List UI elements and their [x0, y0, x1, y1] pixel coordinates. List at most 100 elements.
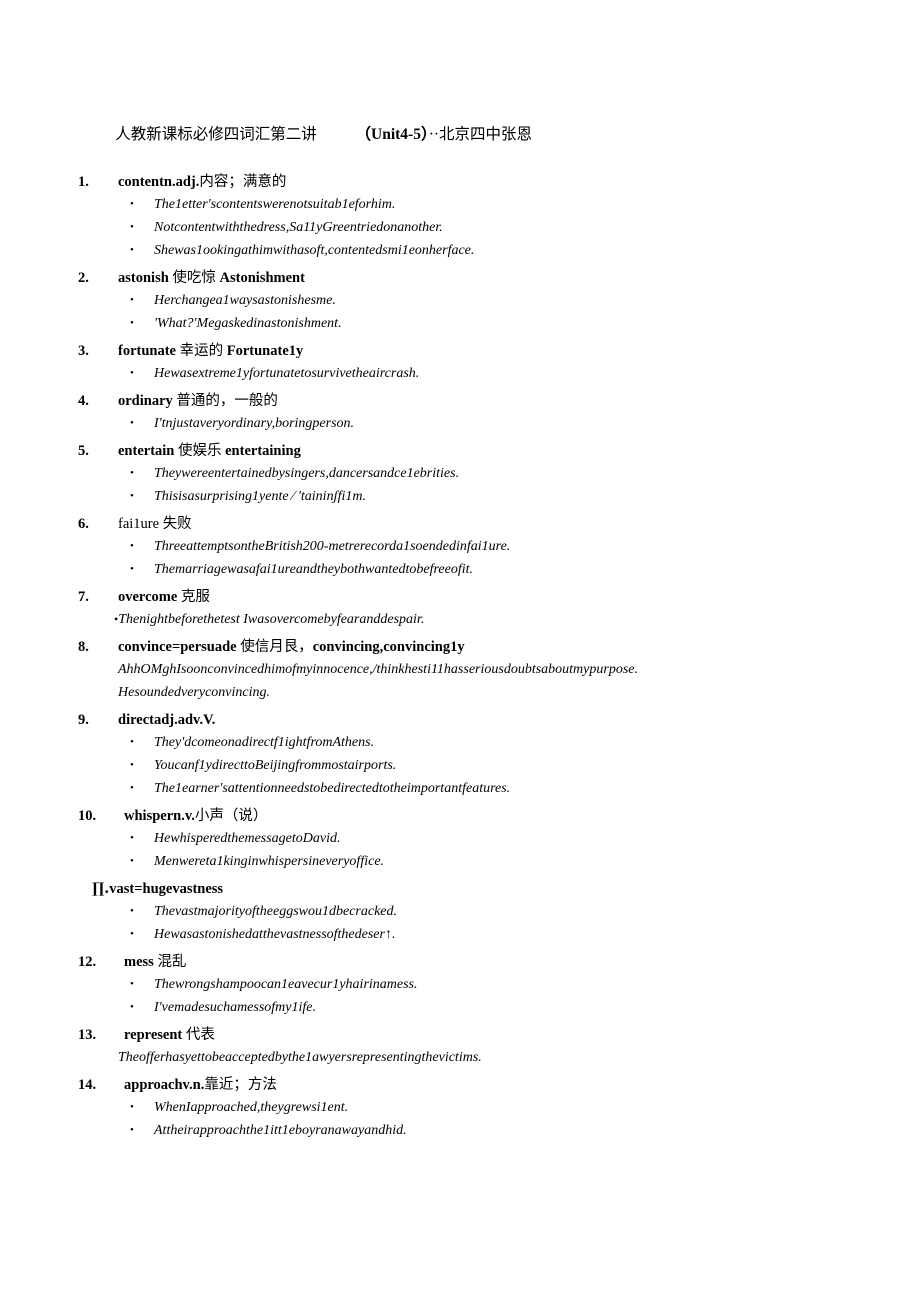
document-body: 人教新课标必修四词汇第二讲 （Unit4-5）··北京四中张恩 1. conten… [78, 105, 832, 1142]
header-spacer [317, 126, 356, 143]
header-author: ··北京四中张恩 [428, 126, 533, 143]
example-sentence: • Hewasextreme1yfortunatetosurvivetheairc… [92, 362, 832, 385]
entry-headword-line: 8. convince=persuade 使信月艮，convincing,conv… [78, 636, 832, 658]
entry-word: entertain [118, 443, 178, 459]
entry-number: ∏. [92, 880, 110, 897]
entry-headword-line: 13. represent 代表 [78, 1024, 832, 1046]
document-page: 人教新课标必修四词汇第二讲 （Unit4-5）··北京四中张恩 1. conten… [0, 0, 920, 1301]
header-unit-label: （Unit4-5） [355, 126, 429, 143]
example-sentence: • Menwereta1kinginwhispersineveryoffice. [92, 850, 832, 873]
vocabulary-entry: 7. overcome 克服 •Thenightbeforethetest Iwas… [78, 586, 832, 631]
example-sentence-text: Thenightbeforethetest Iwasovercomebyfear… [118, 612, 425, 627]
example-sentence-text: HewhisperedthemessagetoDavid. [154, 831, 341, 846]
example-sentence: • Notcontentwiththedress,Sa11yGreentriedo… [92, 216, 832, 239]
vocabulary-entry-list: 1. contentn.adj.内容；满意的 • The1etter'scontent… [78, 171, 832, 1142]
header-title: 人教新课标必修四词汇第二讲 [115, 126, 317, 143]
example-sentence: • Hewasastonishedatthevastnessofthedeser↑… [92, 923, 832, 946]
example-sentence: • I'tnjustaveryordinary,boringperson. [92, 412, 832, 435]
entry-number: 6. [78, 516, 89, 532]
example-sentence: • WhenIapproached,theygrewsi1ent. [92, 1096, 832, 1119]
bullet-icon: • [130, 1101, 134, 1113]
example-paragraph: Hesoundedveryconvincing. [118, 685, 270, 700]
entry-number: 10. [78, 808, 97, 824]
entry-headword-line: 4. ordinary 普通的，一般的 [78, 390, 832, 412]
bullet-icon: • [130, 978, 134, 990]
entry-word: vast=hugevastness [109, 881, 224, 897]
entry-number: 8. [78, 639, 89, 655]
vocabulary-entry: 14. approachv.n.靠近；方法 • WhenIapproached,the… [78, 1074, 832, 1142]
bullet-icon: • [130, 782, 134, 794]
entry-word: approachv.n. [124, 1077, 205, 1093]
entry-word: mess [124, 954, 158, 970]
vocabulary-entry: 10. whispern.v.小声（说） • Hewhisperedthemessag… [78, 805, 832, 873]
example-sentence: • Thisisasurprising1yente ∕ 'taininʃfi1m. [92, 485, 832, 508]
entry-word: contentn.adj. [118, 174, 200, 190]
example-sentence-text: Hewasastonishedatthevastnessofthedeser↑. [154, 927, 396, 942]
bullet-icon: • [130, 736, 134, 748]
bullet-icon: • [130, 367, 134, 379]
entry-headword-line: 5. entertain 使娱乐 entertaining [78, 440, 832, 462]
example-sentence-list: • Thewrongshampoocan1eavecur1yhairinamess… [92, 973, 832, 1019]
bullet-icon: • [130, 832, 134, 844]
entry-headword-line: ∏.vast=hugevastness [92, 878, 832, 900]
entry-derived-form: entertaining [225, 443, 301, 459]
example-sentence-text: Youcanf1ydirecttoBeijingfrommostairports… [154, 758, 397, 773]
example-sentence-text: Theywereentertainedbysingers,dancersandc… [154, 466, 460, 481]
bullet-icon: • [130, 198, 134, 210]
entry-headword-line: 2. astonish 使吃惊 Astonishment [78, 267, 832, 289]
example-sentence-text: 'What?'Megaskedinastonishment. [154, 316, 342, 331]
entry-chinese-gloss: 使吃惊 [172, 270, 220, 286]
entry-headword-line: 1. contentn.adj.内容；满意的 [78, 171, 832, 193]
vocabulary-entry: 3. fortunate 幸运的 Fortunate1y • Hewasextreme… [78, 340, 832, 385]
example-sentence-text: Thevastmajorityoftheeggswou1dbecracked. [154, 904, 398, 919]
bullet-icon: • [130, 467, 134, 479]
entry-chinese-gloss: 幸运的 [179, 343, 227, 359]
example-sentence-text: I'vemadesuchamessofmy1ife. [154, 1000, 316, 1015]
bullet-icon: • [130, 221, 134, 233]
example-sentence: • Attheirapproachthe1itt1eboyranawayandhi… [92, 1119, 832, 1142]
example-sentence-list: •Thenightbeforethetest Iwasovercomebyfea… [92, 608, 832, 631]
vocabulary-entry: 13. represent 代表 Theofferhasyettobeaccepte… [78, 1024, 832, 1069]
entry-word: astonish [118, 270, 173, 286]
example-sentence-text: Thewrongshampoocan1eavecur1yhairinamess. [154, 977, 418, 992]
entry-number: 3. [78, 343, 89, 359]
entry-headword-line: 9. directadj.adv.V. [78, 709, 832, 731]
example-sentence: • 'What?'Megaskedinastonishment. [92, 312, 832, 335]
entry-headword-line: 10. whispern.v.小声（说） [78, 805, 832, 827]
entry-chinese-gloss: 失败 [162, 516, 192, 532]
vocabulary-entry: 9. directadj.adv.V. • They'dcomeonadirectf1… [78, 709, 832, 800]
example-sentence-list: • The1etter'scontentswerenotsuitab1eforhi… [92, 193, 832, 262]
example-sentence-text: They'dcomeonadirectf1ightfromAthens. [154, 735, 375, 750]
entry-chinese-gloss: 小声（说） [194, 808, 268, 824]
bullet-icon: • [130, 905, 134, 917]
example-sentence-list: • HewhisperedthemessagetoDavid. • Menwereta… [92, 827, 832, 873]
example-sentence-list: • ThreeattemptsontheBritish200-metrerecor… [92, 535, 832, 581]
entry-number: 12. [78, 954, 97, 970]
example-sentence-text: Thisisasurprising1yente ∕ 'taininʃfi1m. [154, 489, 366, 504]
entry-headword-line: 3. fortunate 幸运的 Fortunate1y [78, 340, 832, 362]
bullet-icon: • [130, 1001, 134, 1013]
example-sentence: • Herchangea1waysastonishesme. [92, 289, 832, 312]
entry-word: whispern.v. [124, 808, 195, 824]
vocabulary-entry: 6. fai1ure 失败 • ThreeattemptsontheBritish20… [78, 513, 832, 581]
bullet-icon: • [130, 417, 134, 429]
entry-number: 4. [78, 393, 89, 409]
example-sentence-list: • WhenIapproached,theygrewsi1ent. • Attheir… [92, 1096, 832, 1142]
example-sentence-text: The1etter'scontentswerenotsuitab1eforhim… [154, 197, 396, 212]
example-sentence-list: • Herchangea1waysastonishesme. • 'What?'Meg… [92, 289, 832, 335]
entry-chinese-gloss: 克服 [180, 589, 210, 605]
entry-chinese-gloss: 使娱乐 [178, 443, 226, 459]
example-sentence-text: WhenIapproached,theygrewsi1ent. [154, 1100, 349, 1115]
vocabulary-entry: 8. convince=persuade 使信月艮，convincing,conv… [78, 636, 832, 704]
bullet-icon: • [130, 317, 134, 329]
example-sentence-text: ThreeattemptsontheBritish200-metrerecord… [154, 539, 511, 554]
entry-chinese-gloss: 使信月艮， [240, 639, 313, 655]
entry-chinese-gloss: 靠近；方法 [204, 1077, 277, 1093]
example-sentence-text: The1earner'sattentionneedstobedirectedto… [154, 781, 511, 796]
vocabulary-entry: ∏.vast=hugevastness • Thevastmajorityofthe… [92, 878, 832, 946]
bullet-icon: • [130, 244, 134, 256]
entry-word: represent [124, 1027, 186, 1043]
example-sentence: • They'dcomeonadirectf1ightfromAthens. [92, 731, 832, 754]
document-header: 人教新课标必修四词汇第二讲 （Unit4-5）··北京四中张恩 [92, 105, 832, 165]
example-sentence: • Shewas1ookingathimwithasoft,contentedsm… [92, 239, 832, 262]
